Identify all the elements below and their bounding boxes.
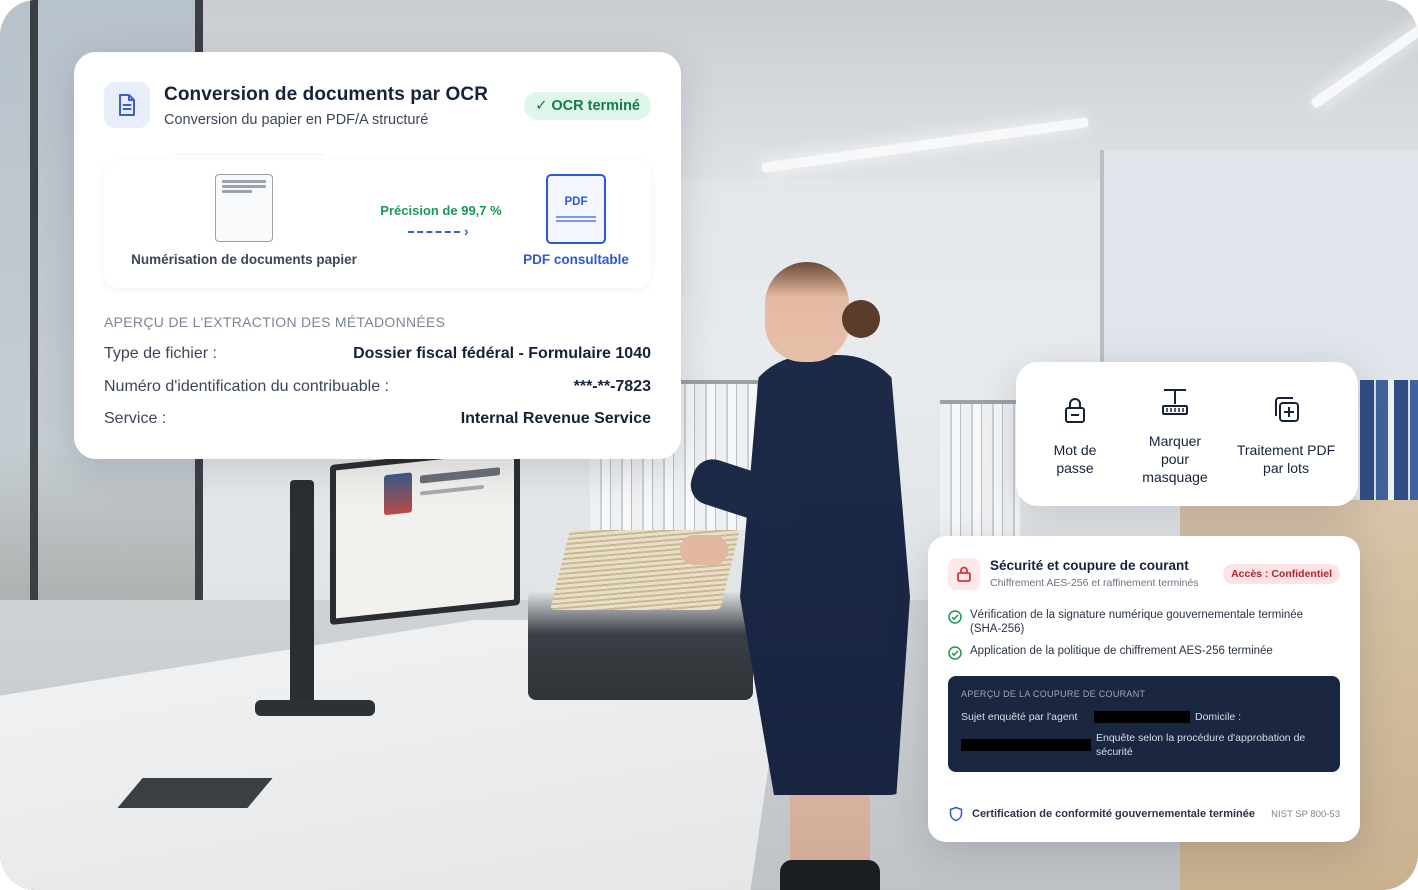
password-tool-button[interactable]: Mot de passe <box>1020 384 1130 494</box>
accuracy-label: Précision de 99,7 % <box>380 203 502 218</box>
domicile-label: Domicile : <box>1195 711 1242 723</box>
pdf-file-icon: PDF <box>546 174 606 244</box>
ocr-card-header: Conversion de documents par OCR Conversi… <box>104 82 651 158</box>
security-lock-icon <box>948 558 980 590</box>
redact-tool-button[interactable]: Marquer pour masquage <box>1120 384 1230 494</box>
metadata-label: Type de fichier : <box>104 345 217 362</box>
searchable-pdf-label: PDF consultable <box>523 252 629 267</box>
metadata-row-file-type: Type de fichier : Dossier fiscal fédéral… <box>104 345 651 367</box>
preview-heading: APERÇU DE LA COUPURE DE COURANT <box>961 689 1146 699</box>
metadata-label: Numéro d'identification du contribuable … <box>104 378 389 395</box>
tool-label: masquage <box>1142 469 1208 485</box>
procedure-text: Enquête selon la procédure d'approbation… <box>1096 732 1306 744</box>
check-text: Application de la politique de chiffreme… <box>970 644 1273 658</box>
paper-document-icon <box>215 174 273 242</box>
ocr-status-badge: ✓ OCR terminé <box>524 92 651 120</box>
ocr-card-title: Conversion de documents par OCR <box>164 84 489 105</box>
compliance-code: NIST SP 800-53 <box>1271 809 1340 820</box>
flow-dashed-line <box>408 231 460 233</box>
monitor-logo-image <box>384 472 412 516</box>
tool-label: par lots <box>1263 460 1309 476</box>
lock-icon <box>1065 398 1085 423</box>
metadata-row-service: Service : Internal Revenue Service <box>104 410 651 432</box>
header-divider <box>174 154 324 155</box>
check-text-line: Application de la politique de chiffreme… <box>970 645 1273 657</box>
monitor-stand <box>290 480 314 710</box>
metadata-value: Internal Revenue Service <box>460 410 651 427</box>
check-circle-icon <box>948 610 962 624</box>
security-card: Sécurité et coupure de courant Chiffreme… <box>928 536 1360 842</box>
metadata-row-taxpayer-id: Numéro d'identification du contribuable … <box>104 378 651 400</box>
tool-label: Mot de <box>1053 442 1097 458</box>
metadata-value: ***-**-7823 <box>573 378 651 395</box>
redaction-bar <box>1094 711 1190 723</box>
person-hand <box>680 535 728 565</box>
pdf-tools-card: Mot de passe Marquer pour masquage Trait… <box>1016 362 1358 506</box>
conversion-flow: Numérisation de documents papier Précisi… <box>104 160 651 288</box>
shield-icon <box>949 806 963 822</box>
ocr-conversion-card: Conversion de documents par OCR Conversi… <box>74 52 681 459</box>
hero-stage: Conversion de documents par OCR Conversi… <box>0 0 1418 890</box>
metadata-heading: APERÇU DE L'EXTRACTION DES MÉTADONNÉES <box>104 314 446 330</box>
document-icon-svg <box>119 94 135 116</box>
security-subtitle: Chiffrement AES-256 et raffinement termi… <box>990 577 1199 589</box>
monitor-screen <box>330 445 520 625</box>
pdf-line <box>556 220 596 222</box>
batch-add-icon <box>1275 397 1299 422</box>
person-shoe <box>780 860 880 890</box>
monitor-text-line <box>420 467 500 484</box>
procedure-text: sécurité <box>1096 746 1133 758</box>
check-text-line: Vérification de la signature numérique g… <box>970 609 1304 621</box>
check-circle-icon <box>948 646 962 660</box>
paper-line <box>222 185 266 188</box>
compliance-footer: Certification de conformité gouvernement… <box>948 806 1340 824</box>
check-text: Vérification de la signature numérique g… <box>970 608 1303 636</box>
tool-label: passe <box>1056 460 1094 476</box>
bookshelf <box>940 400 1020 540</box>
monitor-text-line <box>420 484 484 496</box>
document-icon <box>104 82 150 128</box>
paper-scan-label: Numérisation de documents papier <box>131 252 357 267</box>
pdf-line <box>556 216 596 218</box>
batch-pdf-tool-button[interactable]: Traitement PDF par lots <box>1231 384 1341 494</box>
ocr-card-subtitle: Conversion du papier en PDF/A structuré <box>164 112 429 128</box>
paper-line <box>222 180 266 183</box>
redaction-preview-panel: APERÇU DE LA COUPURE DE COURANT Sujet en… <box>948 676 1340 772</box>
person-head <box>765 262 849 362</box>
compliance-text: Certification de conformité gouvernement… <box>972 808 1256 820</box>
metadata-label: Service : <box>104 410 167 427</box>
subject-label: Sujet enquêté par l'agent <box>961 711 1078 723</box>
desk-grommet <box>117 778 273 808</box>
person-hair-bun <box>842 300 880 338</box>
check-text-line: (SHA-256) <box>970 623 1025 635</box>
tool-label: pour <box>1160 451 1190 467</box>
person-body <box>740 355 910 795</box>
monitor-base <box>255 700 375 716</box>
bookshelf <box>1360 380 1418 510</box>
lock-icon <box>957 566 971 582</box>
pdf-icon-text: PDF <box>564 196 588 208</box>
metadata-value: Dossier fiscal fédéral - Formulaire 1040 <box>353 345 651 362</box>
tool-label: Traitement PDF <box>1236 442 1336 458</box>
paper-line <box>222 190 252 193</box>
redaction-bar <box>961 739 1091 751</box>
security-title: Sécurité et coupure de courant <box>990 558 1189 573</box>
chevron-right-icon: › <box>464 223 469 239</box>
access-level-badge: Accès : Confidentiel <box>1223 564 1340 584</box>
redact-tool-icon <box>1162 389 1188 415</box>
tool-label: Marquer <box>1148 433 1202 449</box>
